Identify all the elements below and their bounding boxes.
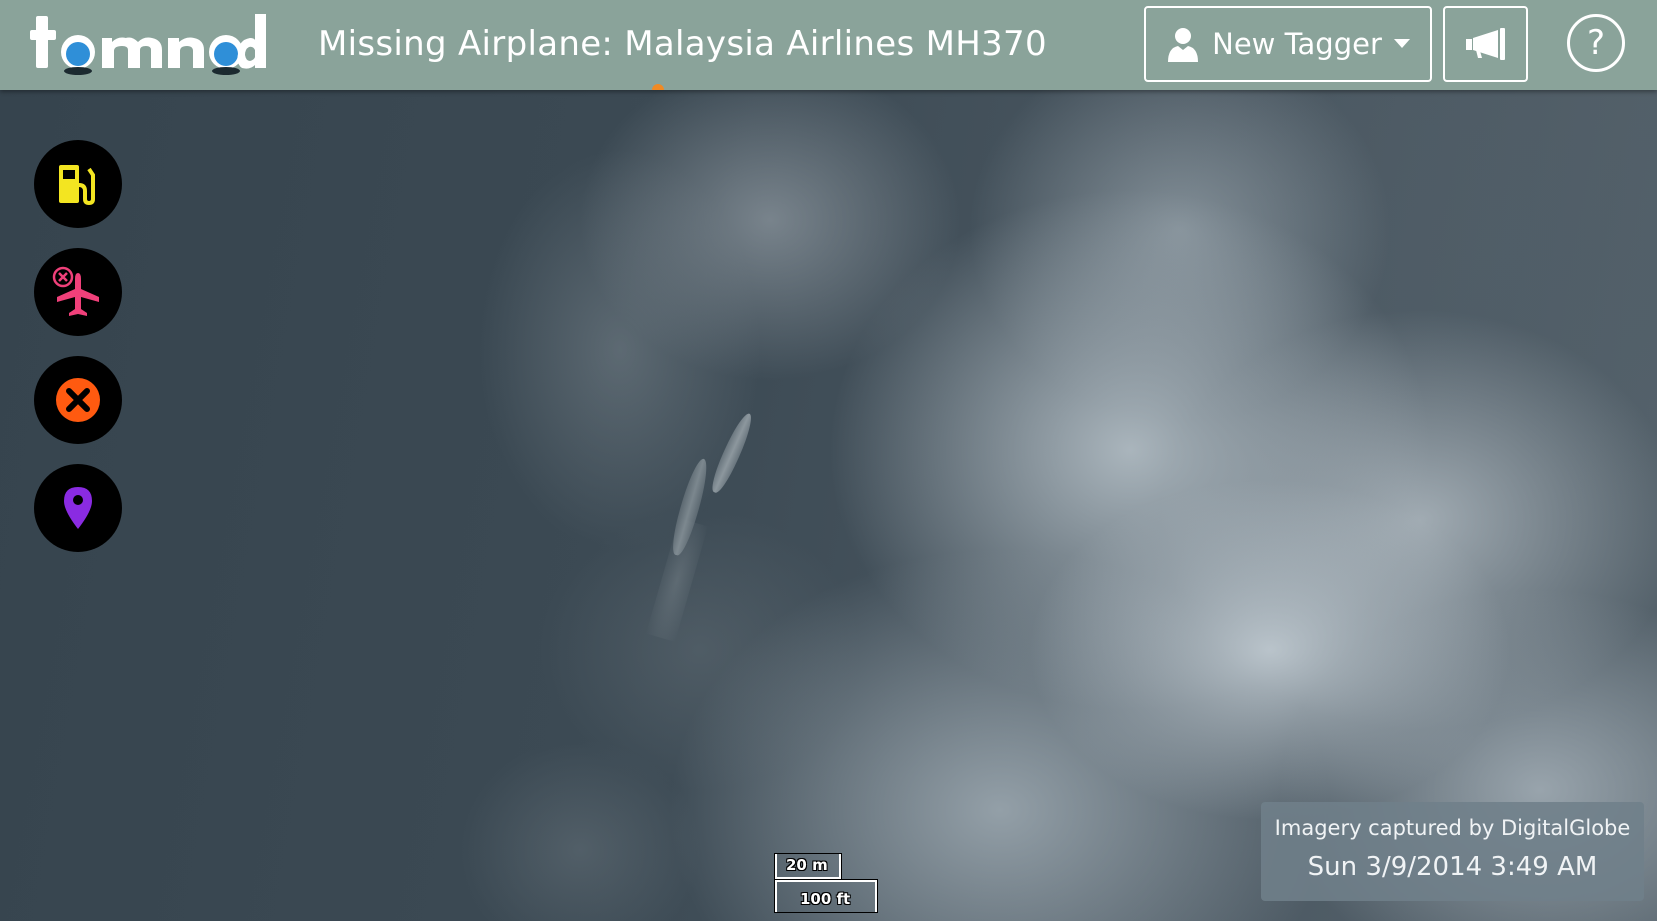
fuel-tool-icon xyxy=(59,165,95,206)
tag-oil-slick-button[interactable] xyxy=(34,140,122,228)
announcements-button[interactable] xyxy=(1443,6,1528,82)
top-bar: Missing Airplane: Malaysia Airlines MH37… xyxy=(0,0,1657,90)
help-button[interactable]: ? xyxy=(1567,14,1625,72)
scale-imperial-label: 100 ft xyxy=(800,890,851,908)
tag-wreckage-button[interactable] xyxy=(34,248,122,336)
airplane-wreckage-tool-icon xyxy=(52,266,99,316)
close-tool-icon xyxy=(56,378,100,422)
tomnod-logo[interactable] xyxy=(30,4,270,84)
location-pin-tool-icon xyxy=(64,487,92,529)
imagery-info-panel: Imagery captured by DigitalGlobe Sun 3/9… xyxy=(1261,802,1644,901)
imagery-credit: Imagery captured by DigitalGlobe xyxy=(1274,816,1631,840)
scale-metric-label: 20 m xyxy=(786,856,828,874)
megaphone-icon xyxy=(1465,28,1505,60)
progress-indicator xyxy=(652,84,664,90)
user-icon xyxy=(1168,28,1199,62)
tag-nothing-button[interactable] xyxy=(34,356,122,444)
ship-image xyxy=(707,410,757,496)
page-title: Missing Airplane: Malaysia Airlines MH37… xyxy=(318,24,1047,64)
imagery-date: Sun 3/9/2014 3:49 AM xyxy=(1307,852,1598,882)
satellite-map[interactable] xyxy=(0,90,1657,921)
user-menu-label: New Tagger xyxy=(1212,27,1382,61)
question-icon: ? xyxy=(1586,23,1606,63)
tag-location-button[interactable] xyxy=(34,464,122,552)
caret-down-icon xyxy=(1393,39,1410,48)
user-menu-button[interactable]: New Tagger xyxy=(1144,6,1432,82)
